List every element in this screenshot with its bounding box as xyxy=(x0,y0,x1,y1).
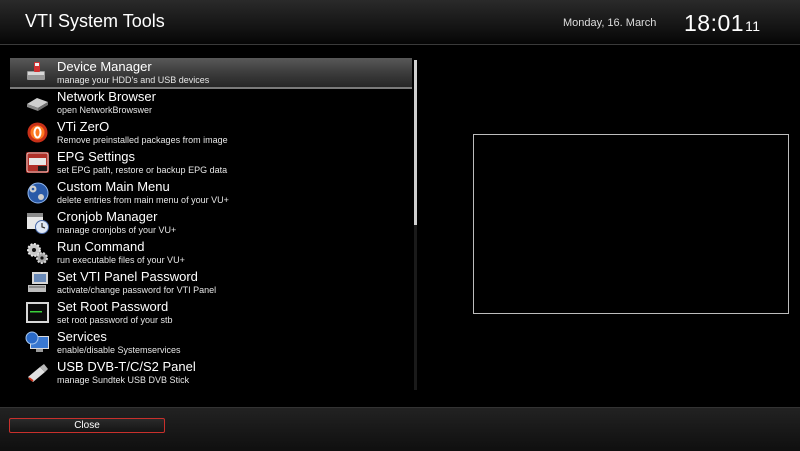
menu-item-desc: Remove preinstalled packages from image xyxy=(57,135,228,145)
preview-pane xyxy=(473,134,789,314)
globe-gears-icon xyxy=(25,180,50,205)
menu-item-set-root-password[interactable]: Set Root Password set root password of y… xyxy=(10,298,412,328)
menu-item-usb-dvb-panel[interactable]: USB DVB-T/C/S2 Panel manage Sundtek USB … xyxy=(10,358,412,388)
menu-item-desc: delete entries from main menu of your VU… xyxy=(57,195,229,205)
clock-seconds: 11 xyxy=(745,18,761,34)
hdd-usb-icon xyxy=(25,60,50,85)
menu-item-name: Device Manager xyxy=(57,59,152,74)
terminal-icon xyxy=(25,300,50,325)
usb-stick-icon xyxy=(25,360,50,385)
menu-item-name: USB DVB-T/C/S2 Panel xyxy=(57,359,196,374)
menu-item-name: Custom Main Menu xyxy=(57,179,170,194)
zero-badge-icon xyxy=(25,120,50,145)
date-label: Monday, 16. March xyxy=(563,17,657,29)
menu-item-name: VTi ZerO xyxy=(57,119,110,134)
menu-list: Device Manager manage your HDD's and USB… xyxy=(10,58,412,388)
clock-hours-minutes: 18:01 xyxy=(684,10,745,36)
menu-item-name: Run Command xyxy=(57,239,145,254)
menu-item-run-command[interactable]: Run Command run executable files of your… xyxy=(10,238,412,268)
menu-item-desc: set root password of your stb xyxy=(57,315,173,325)
monitor-globe-icon xyxy=(25,330,50,355)
menu-item-device-manager[interactable]: Device Manager manage your HDD's and USB… xyxy=(10,58,412,89)
menu-item-desc: manage Sundtek USB DVB Stick xyxy=(57,375,190,385)
menu-item-desc: manage your HDD's and USB devices xyxy=(57,75,210,85)
menu-item-name: Set Root Password xyxy=(57,299,169,314)
menu-item-desc: set EPG path, restore or backup EPG data xyxy=(57,165,228,175)
menu-item-name: Services xyxy=(57,329,107,344)
menu-item-services[interactable]: Services enable/disable Systemservices xyxy=(10,328,412,358)
menu-item-desc: activate/change password for VTI Panel xyxy=(57,285,217,295)
menu-item-name: Set VTI Panel Password xyxy=(57,269,198,284)
computer-icon xyxy=(25,270,50,295)
network-drive-icon xyxy=(25,90,50,115)
menu-item-epg-settings[interactable]: EPG Settings set EPG path, restore or ba… xyxy=(10,148,412,178)
epg-dvb-icon xyxy=(25,150,50,175)
calendar-clock-icon xyxy=(25,210,50,235)
menu-item-vti-zero[interactable]: VTi ZerO Remove preinstalled packages fr… xyxy=(10,118,412,148)
menu-item-name: Cronjob Manager xyxy=(57,209,158,224)
menu-item-desc: enable/disable Systemservices xyxy=(57,345,181,355)
close-button[interactable]: Close xyxy=(9,418,165,433)
menu-item-cronjob-manager[interactable]: Cronjob Manager manage cronjobs of your … xyxy=(10,208,412,238)
menu-item-desc: open NetworkBrowswer xyxy=(57,105,153,115)
title-bar: VTI System Tools Monday, 16. March 18:01… xyxy=(0,0,800,45)
menu-item-desc: run executable files of your VU+ xyxy=(57,255,185,265)
menu-item-name: Network Browser xyxy=(57,89,156,104)
menu-item-set-vti-panel-password[interactable]: Set VTI Panel Password activate/change p… xyxy=(10,268,412,298)
menu-item-name: EPG Settings xyxy=(57,149,136,164)
gears-icon xyxy=(25,240,50,265)
scrollbar-thumb[interactable] xyxy=(414,60,417,225)
list-scrollbar[interactable] xyxy=(414,60,417,390)
menu-item-network-browser[interactable]: Network Browser open NetworkBrowswer xyxy=(10,88,412,118)
menu-item-custom-main-menu[interactable]: Custom Main Menu delete entries from mai… xyxy=(10,178,412,208)
page-title: VTI System Tools xyxy=(25,11,165,31)
clock: 18:0111 xyxy=(684,10,761,37)
menu-item-desc: manage cronjobs of your VU+ xyxy=(57,225,177,235)
